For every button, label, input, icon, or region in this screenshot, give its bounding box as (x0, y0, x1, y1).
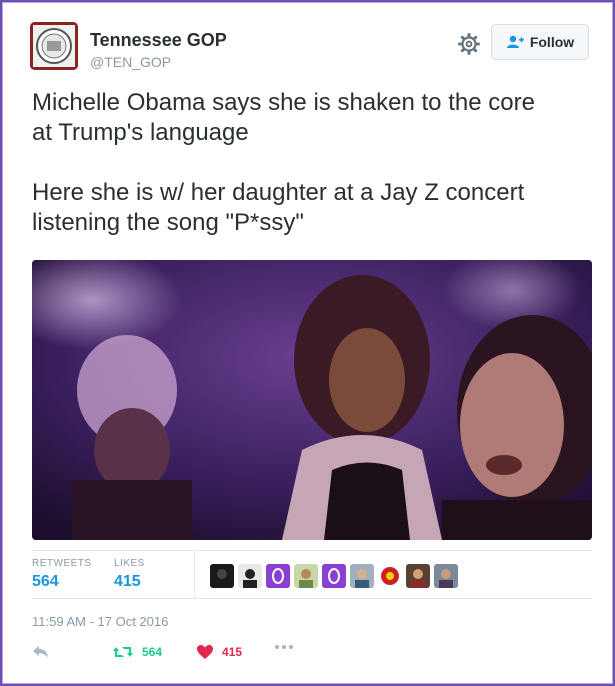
likes-value: 415 (114, 573, 141, 590)
seal-image (30, 22, 78, 70)
retweet-icon (113, 647, 133, 657)
liker-avatar[interactable] (322, 564, 346, 588)
like-button[interactable]: 415 (196, 644, 242, 660)
retweet-count: 564 (142, 645, 163, 659)
like-count: 415 (222, 645, 243, 659)
stats-divider (194, 550, 195, 598)
liker-avatar[interactable] (406, 564, 430, 588)
reply-icon (33, 646, 48, 658)
tweet-header: Tennessee GOP @TEN_GOP Follow (30, 22, 589, 78)
likes-label: LIKES (114, 558, 145, 569)
follow-label: Follow (529, 34, 575, 50)
avatar[interactable] (30, 22, 78, 70)
account-name[interactable]: Tennessee GOP (90, 30, 227, 51)
liker-avatar[interactable] (210, 564, 234, 588)
reply-button[interactable] (32, 644, 50, 660)
tweet-stats: RETWEETS 564 LIKES 415 (32, 550, 592, 598)
likes-stat[interactable]: LIKES 415 (114, 558, 145, 591)
liker-avatar[interactable] (350, 564, 374, 588)
liker-avatar[interactable] (378, 564, 402, 588)
tweet-actions: 564 415 (32, 644, 592, 668)
tweet-card: Tennessee GOP @TEN_GOP Follow Michelle O… (0, 0, 615, 686)
tweet-timestamp[interactable]: 11:59 AM - 17 Oct 2016 (32, 614, 168, 629)
liker-avatar[interactable] (238, 564, 262, 588)
heart-icon (197, 645, 213, 659)
divider (32, 598, 592, 599)
account-handle[interactable]: @TEN_GOP (90, 54, 171, 70)
follow-button[interactable]: Follow (491, 24, 589, 60)
retweet-button[interactable]: 564 (112, 644, 162, 660)
gear-icon[interactable] (457, 32, 481, 56)
more-icon (275, 645, 293, 649)
tweet-text: Michelle Obama says she is shaken to the… (32, 89, 535, 236)
divider (32, 550, 592, 551)
liker-avatar[interactable] (266, 564, 290, 588)
liker-avatar[interactable] (434, 564, 458, 588)
more-button[interactable] (274, 644, 294, 650)
retweets-stat[interactable]: RETWEETS 564 (32, 558, 92, 591)
concert-photo (32, 260, 592, 540)
tweet-photo[interactable] (32, 260, 592, 540)
liker-avatar[interactable] (294, 564, 318, 588)
retweets-value: 564 (32, 573, 59, 590)
add-user-icon (506, 35, 524, 48)
retweets-label: RETWEETS (32, 558, 92, 569)
liker-avatars (210, 564, 458, 588)
